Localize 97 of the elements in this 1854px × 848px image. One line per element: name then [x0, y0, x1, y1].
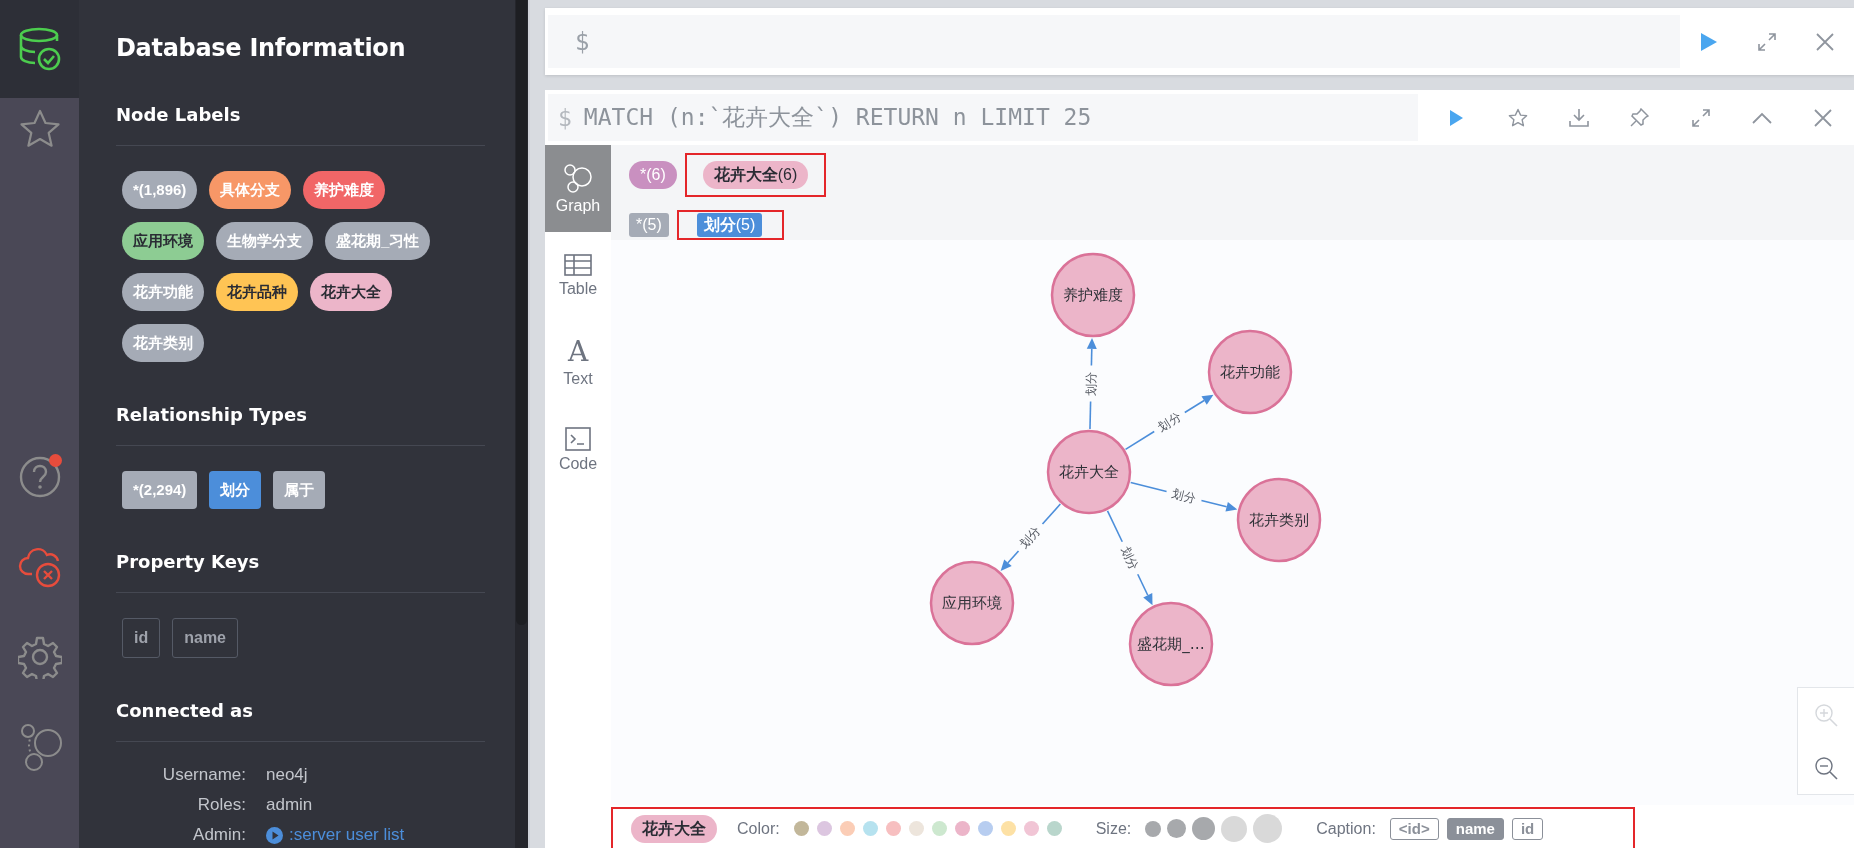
field-label: Color:: [737, 819, 780, 838]
label-pill: 花卉大全: [631, 814, 717, 843]
caption-option[interactable]: name: [1446, 817, 1504, 840]
field-label: Admin:: [192, 824, 246, 846]
label-pill[interactable]: 应用环境: [122, 222, 204, 260]
query-field[interactable]: $ MATCH (n:`花卉大全`) RETURN n LIMIT 25: [548, 94, 1418, 141]
color-swatch[interactable]: [908, 821, 924, 836]
relationship-tag[interactable]: *(2,294): [122, 471, 198, 509]
node-caption: 花卉大全: [1059, 463, 1119, 481]
star-icon: [18, 108, 61, 150]
label-pill[interactable]: 盛花期_习性: [325, 222, 431, 260]
zoom-in-icon: [1814, 702, 1838, 727]
field-value: admin: [266, 794, 314, 816]
relationship-tag[interactable]: 划分(5): [696, 213, 763, 237]
color-swatch[interactable]: [954, 821, 970, 836]
node-caption: 花卉类别: [1249, 511, 1309, 529]
relationship-label: 划分: [1017, 523, 1044, 552]
fullscreen-icon: [1691, 108, 1710, 127]
terminal-icon: [565, 426, 591, 451]
relationship-label: 划分: [1170, 486, 1198, 506]
node-caption: 盛花期_…: [1137, 635, 1205, 653]
table-icon: [564, 253, 592, 276]
field-label: Roles:: [196, 794, 246, 816]
nav-tab[interactable]: [0, 0, 79, 98]
label-pill[interactable]: 具体分支: [209, 171, 292, 209]
prompt-symbol: $: [558, 104, 572, 131]
relationship-label: 划分: [1118, 544, 1142, 572]
fullscreen-icon: [1758, 32, 1776, 51]
label-pill[interactable]: *(6): [629, 161, 677, 189]
section-heading: Relationship Types: [116, 400, 485, 446]
favorite-icon: [1507, 107, 1528, 128]
cloud-error-icon: [17, 546, 62, 588]
label-pill[interactable]: 养护难度: [303, 171, 386, 209]
label-pill[interactable]: 花卉类别: [122, 324, 204, 362]
close-icon: [1816, 32, 1834, 51]
section-heading: Connected as: [116, 696, 485, 742]
graph-icon: [563, 162, 593, 193]
label-pill[interactable]: 生物学分支: [216, 222, 313, 260]
zoom-out-icon: [1814, 755, 1838, 780]
field-value: neo4j: [266, 764, 309, 786]
color-swatch[interactable]: [816, 821, 832, 836]
color-swatch[interactable]: [1023, 821, 1039, 836]
property-key[interactable]: name: [172, 618, 238, 658]
relationship-tag[interactable]: *(5): [629, 213, 669, 237]
label-pill[interactable]: *(1,896): [122, 171, 198, 209]
collapse-icon: [1751, 110, 1772, 125]
settings-icon: [17, 635, 62, 679]
label-pill[interactable]: 花卉功能: [122, 273, 204, 311]
color-swatch[interactable]: [977, 821, 993, 836]
relationship-label: 划分: [1155, 409, 1184, 435]
query-text: MATCH (n:`花卉大全`) RETURN n LIMIT 25: [583, 103, 1092, 132]
node-caption: 应用环境: [942, 594, 1002, 612]
color-swatch[interactable]: [1000, 821, 1016, 836]
play-icon[interactable]: [266, 826, 283, 844]
property-key[interactable]: id: [122, 618, 161, 658]
close-icon: [1813, 108, 1832, 127]
field-label: Caption:: [1316, 819, 1376, 838]
download-icon: [1568, 108, 1589, 127]
size-option[interactable]: [1253, 814, 1283, 843]
color-swatch[interactable]: [885, 821, 901, 836]
node-caption: 养护难度: [1063, 286, 1123, 304]
caption-option[interactable]: <id>: [1389, 817, 1439, 840]
color-swatch[interactable]: [931, 821, 947, 836]
text-icon: A: [567, 337, 589, 366]
color-swatch[interactable]: [862, 821, 878, 836]
relationship-tag[interactable]: 属于: [273, 471, 326, 509]
relationship-label: 划分: [1083, 371, 1099, 396]
sidebar-title: Database Information: [116, 33, 407, 64]
size-option[interactable]: [1167, 819, 1187, 838]
help-icon: [18, 456, 61, 498]
command-input[interactable]: $: [548, 15, 1680, 68]
label-pill[interactable]: 花卉品种: [216, 273, 298, 311]
relationship-tag[interactable]: 划分: [209, 471, 262, 509]
run-icon: [1448, 108, 1465, 127]
color-swatch[interactable]: [793, 821, 809, 836]
field-label: Size:: [1095, 819, 1132, 838]
prompt-symbol: $: [575, 27, 590, 56]
pin-icon: [1630, 108, 1649, 127]
size-option[interactable]: [1145, 820, 1162, 837]
color-swatch[interactable]: [839, 821, 855, 836]
section-heading: Property Keys: [116, 547, 485, 593]
section-heading: Node Labels: [116, 100, 485, 146]
scrollbar-thumb[interactable]: [516, 0, 527, 625]
run-icon: [1699, 31, 1719, 52]
field-label: Username:: [161, 764, 246, 786]
label-pill[interactable]: 花卉大全(6): [702, 161, 809, 189]
zoom-out-button[interactable]: [1814, 755, 1838, 780]
relationship-arrow: [1000, 503, 1062, 571]
label-pill[interactable]: 花卉大全: [310, 273, 392, 311]
caption-option[interactable]: id: [1511, 817, 1544, 840]
size-option[interactable]: [1192, 817, 1216, 840]
node-caption: 花卉功能: [1220, 363, 1280, 381]
view-tab[interactable]: Graph: [545, 145, 611, 232]
database-check-icon: [18, 27, 61, 71]
color-swatch[interactable]: [1046, 821, 1062, 836]
command-link[interactable]: :server user list: [289, 820, 405, 848]
size-option[interactable]: [1221, 815, 1248, 842]
